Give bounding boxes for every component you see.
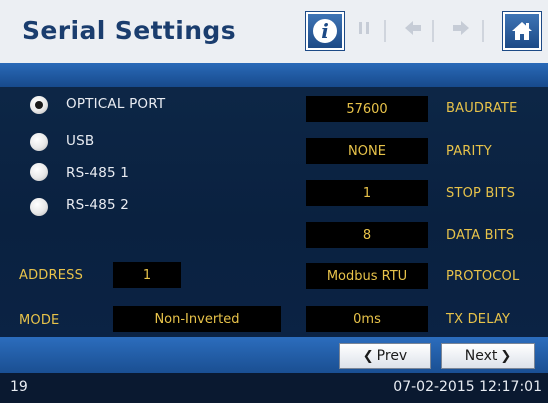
header-divider bbox=[384, 20, 386, 42]
chevron-left-icon: ❮ bbox=[362, 348, 374, 364]
header-divider bbox=[432, 20, 434, 42]
next-button-label: Next bbox=[464, 348, 498, 364]
mode-field[interactable]: Non-Inverted bbox=[113, 306, 281, 332]
prev-button[interactable]: ❮ Prev bbox=[339, 343, 431, 369]
chevron-right-icon: ❯ bbox=[500, 348, 512, 364]
parity-field[interactable]: NONE bbox=[306, 138, 428, 164]
page-number: 19 bbox=[10, 379, 28, 395]
protocol-label: PROTOCOL bbox=[446, 269, 520, 284]
header-accent-band bbox=[0, 63, 548, 87]
next-button[interactable]: Next ❯ bbox=[441, 343, 535, 369]
data-bits-field[interactable]: 8 bbox=[306, 222, 428, 248]
parity-label: PARITY bbox=[446, 144, 492, 159]
status-bar: 19 07-02-2015 12:17:01 bbox=[0, 373, 548, 403]
stop-bits-label: STOP BITS bbox=[446, 186, 516, 201]
radio-optical-port[interactable] bbox=[30, 96, 48, 114]
radio-rs485-2[interactable] bbox=[30, 198, 48, 216]
radio-usb[interactable] bbox=[30, 133, 48, 151]
data-bits-label: DATA BITS bbox=[446, 228, 515, 243]
mode-label: MODE bbox=[19, 313, 60, 328]
pause-icon bbox=[357, 20, 371, 40]
prev-button-label: Prev bbox=[376, 348, 408, 364]
home-button[interactable] bbox=[503, 12, 541, 50]
tx-delay-label: TX DELAY bbox=[446, 312, 511, 327]
radio-label-rs485-1: RS-485 1 bbox=[66, 165, 130, 181]
header-divider bbox=[482, 20, 484, 42]
navigation-bar: ❮ Prev Next ❯ bbox=[0, 337, 548, 373]
radio-label-optical-port: OPTICAL PORT bbox=[66, 96, 166, 112]
radio-label-usb: USB bbox=[66, 133, 95, 149]
address-label: ADDRESS bbox=[19, 268, 84, 283]
radio-label-rs485-2: RS-485 2 bbox=[66, 197, 130, 213]
serial-settings-screen: Serial Settings i OPTICAL PORT USB RS-48… bbox=[0, 0, 548, 403]
radio-rs485-1[interactable] bbox=[30, 163, 48, 181]
page-title: Serial Settings bbox=[22, 16, 237, 45]
stop-bits-field[interactable]: 1 bbox=[306, 180, 428, 206]
info-icon: i bbox=[313, 19, 337, 43]
protocol-field[interactable]: Modbus RTU bbox=[306, 263, 428, 289]
header-bar: Serial Settings i bbox=[0, 0, 548, 63]
back-arrow-icon bbox=[404, 20, 422, 41]
forward-arrow-icon bbox=[452, 20, 470, 41]
address-field[interactable]: 1 bbox=[113, 262, 181, 288]
date-time: 07-02-2015 12:17:01 bbox=[393, 379, 542, 395]
tx-delay-field[interactable]: 0ms bbox=[306, 306, 428, 332]
baudrate-field[interactable]: 57600 bbox=[306, 96, 428, 122]
info-button[interactable]: i bbox=[306, 12, 344, 50]
home-icon bbox=[512, 22, 532, 40]
baudrate-label: BAUDRATE bbox=[446, 101, 518, 116]
